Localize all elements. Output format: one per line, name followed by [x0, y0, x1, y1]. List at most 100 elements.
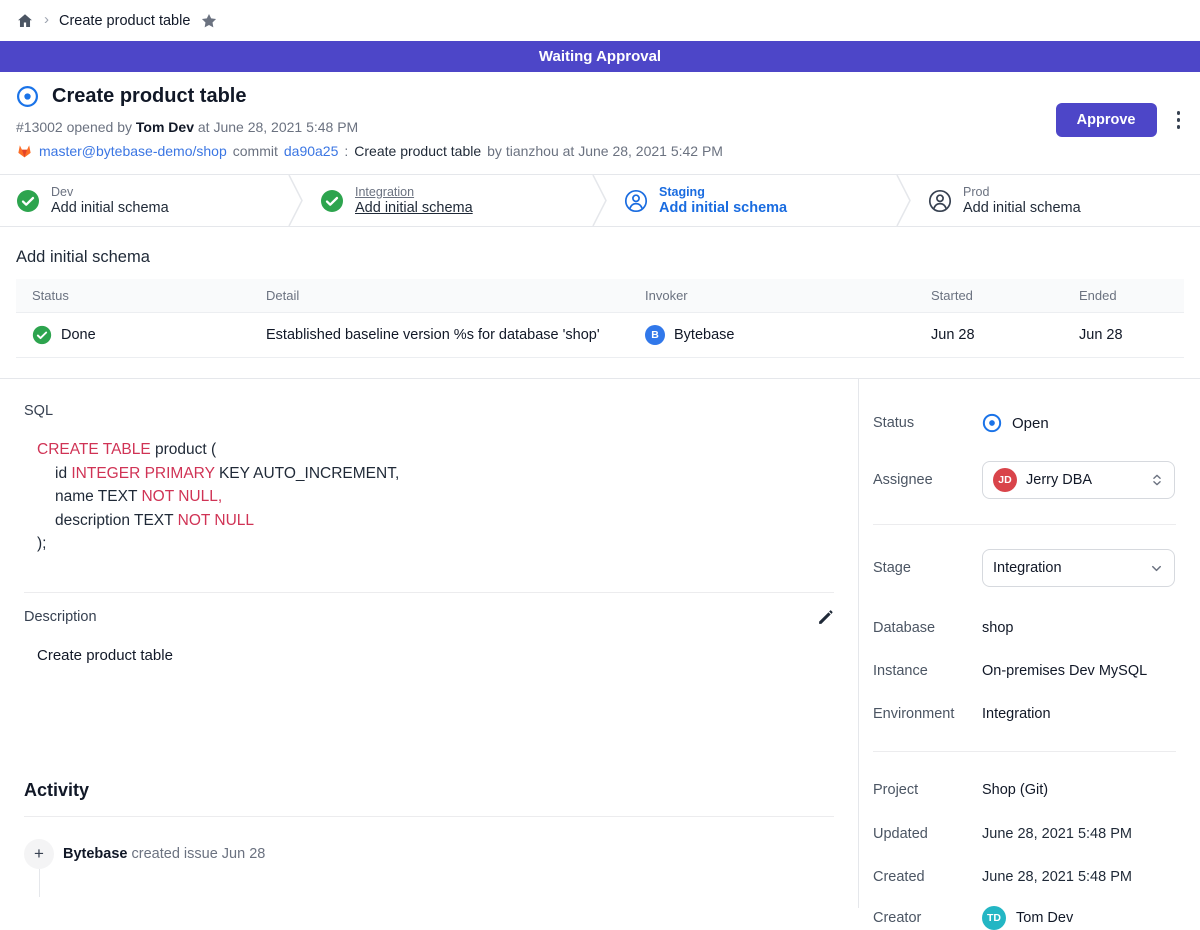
stage-task-label: Add initial schema [963, 200, 1081, 216]
stage-env-label: Staging [659, 185, 787, 199]
task-started: Jun 28 [915, 313, 1063, 358]
project-label: Project [873, 782, 982, 798]
stage-separator [592, 175, 608, 226]
stage-task-label: Add initial schema [355, 200, 473, 216]
stage-env-label: Integration [355, 185, 473, 199]
approval-banner: Waiting Approval [0, 41, 1200, 72]
task-section: Add initial schema Status Detail Invoker… [0, 227, 1200, 378]
status-badge: Open [1012, 415, 1049, 432]
stage-separator [288, 175, 304, 226]
stage-task-label: Add initial schema [51, 200, 169, 216]
instance-value: On-premises Dev MySQL [982, 663, 1147, 679]
vcs-commit-hash-link[interactable]: da90a25 [284, 143, 339, 159]
issue-open-icon [982, 413, 1002, 433]
plus-icon: + [24, 839, 54, 869]
stage-env-label: Prod [963, 185, 1081, 199]
sql-keyword: NOT NULL, [141, 488, 222, 505]
gitlab-icon [16, 143, 33, 159]
column-header-started: Started [915, 279, 1063, 313]
page-title: Create product table [52, 85, 246, 108]
home-icon[interactable] [16, 12, 34, 30]
sql-text: ); [37, 535, 46, 552]
table-row[interactable]: Done Established baseline version %s for… [16, 313, 1184, 358]
stage-integration[interactable]: IntegrationAdd initial schema [304, 175, 592, 226]
avatar: JD [993, 468, 1017, 492]
divider [24, 816, 834, 817]
vcs-colon: : [344, 143, 348, 159]
sql-text: id [55, 465, 71, 482]
issue-header: Create product table #13002 opened by To… [0, 72, 1200, 174]
stage-env-label: Dev [51, 185, 169, 199]
stage-dev[interactable]: DevAdd initial schema [0, 175, 288, 226]
check-circle-icon [32, 325, 52, 345]
breadcrumb: › Create product table [0, 0, 1200, 41]
check-circle-icon [16, 189, 40, 213]
stage-prod[interactable]: ProdAdd initial schema [912, 175, 1200, 226]
sql-text: KEY AUTO_INCREMENT, [215, 465, 400, 482]
column-header-ended: Ended [1063, 279, 1184, 313]
sql-text: product ( [151, 441, 216, 458]
task-status: Done [61, 327, 96, 343]
timeline-line [39, 869, 41, 897]
stage-task-label: Add initial schema [659, 200, 787, 216]
project-value: Shop (Git) [982, 782, 1048, 798]
creator-value: Tom Dev [1016, 910, 1073, 926]
instance-label: Instance [873, 663, 982, 679]
task-invoker: Bytebase [674, 327, 734, 343]
stage-label: Stage [873, 560, 982, 576]
description-text: Create product table [37, 647, 834, 664]
stage-separator [896, 175, 912, 226]
star-icon[interactable] [200, 12, 218, 30]
edit-pencil-icon[interactable] [817, 609, 834, 626]
sql-text: name TEXT [55, 488, 141, 505]
kebab-menu-icon[interactable] [1173, 107, 1185, 133]
updated-value: June 28, 2021 5:48 PM [982, 826, 1132, 842]
task-section-title: Add initial schema [16, 248, 1184, 267]
sql-text: description TEXT [55, 512, 178, 529]
issue-detail-panel: SQL CREATE TABLE product ( id INTEGER PR… [0, 379, 858, 908]
activity-action: created issue Jun 28 [132, 846, 266, 862]
vcs-commit-line: master@bytebase-demo/shop commit da90a25… [16, 143, 1184, 159]
sql-code-block: CREATE TABLE product ( id INTEGER PRIMAR… [37, 438, 834, 556]
issue-id: #13002 opened by [16, 119, 132, 135]
person-circle-icon [624, 189, 648, 213]
task-detail: Established baseline version %s for data… [250, 313, 629, 358]
stage-select[interactable]: Integration [982, 549, 1175, 587]
column-header-detail: Detail [250, 279, 629, 313]
activity-title: Activity [24, 780, 834, 801]
issue-open-icon [16, 85, 39, 108]
avatar: B [645, 325, 665, 345]
divider [24, 592, 834, 593]
approval-banner-text: Waiting Approval [539, 48, 661, 65]
vcs-branch-link[interactable]: master@bytebase-demo/shop [39, 143, 227, 159]
vcs-commit-by: by tianzhou at June 28, 2021 5:42 PM [487, 143, 723, 159]
breadcrumb-page-title: Create product table [59, 13, 190, 29]
column-header-invoker: Invoker [629, 279, 915, 313]
issue-meta: #13002 opened by Tom Dev at June 28, 202… [16, 119, 1184, 135]
created-value: June 28, 2021 5:48 PM [982, 869, 1132, 885]
column-header-status: Status [16, 279, 250, 313]
avatar: TD [982, 906, 1006, 930]
breadcrumb-chevron-icon: › [44, 11, 49, 28]
list-item: + Bytebase created issue Jun 28 [24, 839, 834, 869]
database-value: shop [982, 620, 1013, 636]
created-label: Created [873, 869, 982, 885]
approve-button[interactable]: Approve [1056, 103, 1157, 137]
database-label: Database [873, 620, 982, 636]
updown-chevron-icon [1150, 473, 1164, 487]
description-label: Description [24, 609, 97, 625]
check-circle-icon [320, 189, 344, 213]
assignee-label: Assignee [873, 472, 982, 488]
updated-label: Updated [873, 826, 982, 842]
status-label: Status [873, 415, 982, 431]
creator-label: Creator [873, 910, 982, 926]
person-circle-icon [928, 189, 952, 213]
issue-author: Tom Dev [136, 119, 194, 135]
divider [873, 524, 1176, 525]
pipeline-stages: DevAdd initial schema IntegrationAdd ini… [0, 174, 1200, 227]
activity-actor: Bytebase [63, 846, 127, 862]
assignee-select[interactable]: JD Jerry DBA [982, 461, 1175, 499]
sql-keyword: INTEGER PRIMARY [71, 465, 214, 482]
issue-opened-at: at June 28, 2021 5:48 PM [198, 119, 358, 135]
stage-staging[interactable]: StagingAdd initial schema [608, 175, 896, 226]
